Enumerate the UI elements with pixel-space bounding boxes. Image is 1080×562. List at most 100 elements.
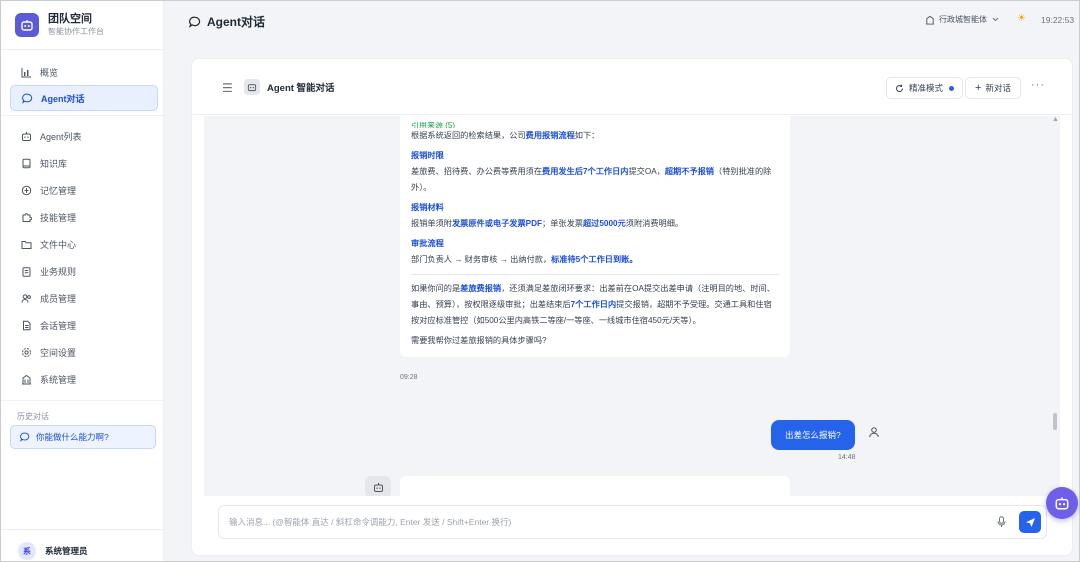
message-composer	[218, 505, 1047, 539]
message-input[interactable]	[229, 517, 993, 527]
ai-message-pending	[400, 476, 790, 496]
sidebar-item-members[interactable]: 成员管理	[10, 285, 158, 311]
user-message: 出差怎么报销?	[771, 420, 855, 450]
brand-subtitle: 智能协作工作台	[48, 27, 104, 36]
sidebar-item-rules[interactable]: 业务规则	[10, 258, 158, 284]
sidebar-item-label: 知识库	[40, 158, 68, 169]
scroll-up-arrow[interactable]: ▲	[1052, 116, 1059, 123]
user-profile[interactable]: 系 系统管理员	[18, 542, 88, 560]
history-item-label: 你能做什么能力啊?	[36, 432, 109, 442]
puzzle-icon	[20, 211, 32, 223]
section-title: 报销材料	[411, 203, 444, 212]
new-chat-label: 新对话	[985, 83, 1011, 93]
sidebar-item-knowledge[interactable]: 知识库	[10, 150, 158, 176]
book-icon	[20, 157, 32, 169]
chevron-down-icon	[992, 17, 999, 22]
sidebar: 团队空间 智能协作工作台 概览 Agent对话 Agent列表 知识库 记忆管理…	[1, 1, 164, 561]
sidebar-divider	[1, 400, 163, 401]
chat-icon	[189, 16, 201, 28]
bot-icon	[244, 79, 260, 95]
sidebar-item-label: 业务规则	[40, 266, 77, 277]
sidebar-item-label: 概览	[40, 67, 59, 78]
bot-icon	[20, 130, 32, 142]
sidebar-item-label: 技能管理	[40, 212, 77, 223]
divider	[411, 274, 779, 275]
topbar: Agent对话 行政城智能体 ☀ 19:22:53	[165, 1, 1079, 39]
sidebar-item-space-settings[interactable]: 空间设置	[10, 339, 158, 365]
agent-name: Agent 智能对话	[267, 83, 335, 94]
section-text: 报销单须附发票原件或电子发票PDF；单张发票超过5000元须附消费明细。	[411, 219, 684, 228]
folder-icon	[20, 238, 32, 250]
gear-icon	[20, 346, 32, 358]
chat-icon	[21, 92, 33, 104]
sidebar-item-agent-list[interactable]: Agent列表	[10, 123, 158, 149]
sidebar-item-label: 成员管理	[40, 293, 77, 304]
users-icon	[20, 292, 32, 304]
chat-header: ☰ Agent 智能对话 精准模式 + 新对话 ···	[192, 59, 1072, 115]
clipboard-icon	[20, 265, 32, 277]
sidebar-item-label: Agent列表	[40, 131, 82, 142]
memory-icon	[20, 184, 32, 196]
sidebar-divider	[1, 49, 163, 50]
bot-icon	[365, 476, 391, 496]
section-title: 报销时限	[411, 151, 444, 160]
message-list[interactable]: 引用来源 (5) 根据系统返回的检索结果，公司费用报销流程如下： 报销时限 差旅…	[204, 116, 1060, 496]
message-timestamp: 09:28	[400, 374, 418, 381]
sidebar-item-label: 系统管理	[40, 374, 77, 385]
message-timestamp: 14:48	[838, 454, 856, 461]
mode-label: 精准模式	[909, 83, 944, 93]
sidebar-item-skills[interactable]: 技能管理	[10, 204, 158, 230]
clock: 19:22:53	[1041, 15, 1075, 25]
sidebar-item-label: 空间设置	[40, 347, 77, 358]
bar-chart-icon	[20, 66, 32, 78]
ai-message: 引用来源 (5) 根据系统返回的检索结果，公司费用报销流程如下： 报销时限 差旅…	[400, 116, 790, 357]
brand-logo-icon	[15, 13, 39, 37]
section-title: 审批流程	[411, 239, 444, 248]
scrollbar-thumb[interactable]	[1053, 413, 1057, 430]
theme-toggle-sun-icon[interactable]: ☀	[1017, 13, 1026, 24]
sidebar-item-agent-chat[interactable]: Agent对话	[10, 85, 158, 111]
avatar: 系	[18, 542, 36, 560]
mode-indicator	[949, 85, 955, 91]
menu-icon[interactable]: ☰	[222, 81, 233, 95]
sidebar-item-overview[interactable]: 概览	[10, 59, 158, 85]
agent-select[interactable]: 行政城智能体	[925, 14, 999, 25]
sidebar-item-label: 会话管理	[40, 320, 77, 331]
document-icon	[20, 319, 32, 331]
user-icon	[868, 426, 880, 438]
sidebar-item-files[interactable]: 文件中心	[10, 231, 158, 257]
building-icon	[20, 373, 32, 385]
plus-icon: +	[975, 82, 982, 94]
sidebar-item-label: Agent对话	[41, 93, 85, 104]
history-label: 历史对话	[17, 412, 49, 421]
new-chat-button[interactable]: + 新对话	[965, 77, 1021, 99]
brand-title: 团队空间	[48, 13, 92, 25]
bot-icon	[1055, 497, 1069, 510]
page-title-text: Agent对话	[207, 15, 265, 29]
history-item[interactable]: 你能做什么能力啊?	[10, 425, 156, 449]
sidebar-item-memory[interactable]: 记忆管理	[10, 177, 158, 203]
sidebar-item-sessions[interactable]: 会话管理	[10, 312, 158, 338]
agent-select-value: 行政城智能体	[939, 15, 987, 24]
ai-paragraph: 如果你问的是差旅费报销，还须满足差旅闭环要求：出差前在OA提交出差申请（注明目的…	[411, 284, 775, 325]
microphone-icon[interactable]	[993, 516, 1009, 528]
building-icon	[925, 15, 935, 25]
chat-card: ☰ Agent 智能对话 精准模式 + 新对话 ··· 引用来源 (5) 根据系…	[191, 58, 1073, 556]
more-options-icon[interactable]: ···	[1031, 79, 1045, 91]
assistant-fab[interactable]	[1046, 487, 1078, 519]
ai-question: 需要我帮你过差旅报销的具体步骤吗?	[411, 336, 547, 345]
ai-intro: 根据系统返回的检索结果，公司费用报销流程如下：	[411, 131, 600, 140]
sidebar-item-label: 记忆管理	[40, 185, 77, 196]
sidebar-item-system[interactable]: 系统管理	[10, 366, 158, 392]
chat-icon	[20, 432, 30, 442]
page-title: Agent对话	[189, 13, 265, 30]
sidebar-divider	[1, 115, 163, 116]
section-text: 差旅费、招待费、办公费等费用须在费用发生后7个工作日内提交OA，超期不予报销（特…	[411, 167, 772, 192]
mode-button[interactable]: 精准模式	[886, 77, 964, 99]
section-text: 部门负责人 → 财务审核 → 出纳付款，标准待5个工作日到账。	[411, 255, 638, 264]
user-name: 系统管理员	[45, 546, 88, 556]
sidebar-item-label: 文件中心	[40, 239, 77, 250]
send-button[interactable]	[1019, 511, 1041, 533]
sidebar-divider	[1, 529, 163, 530]
agent-header: Agent 智能对话	[244, 79, 335, 95]
